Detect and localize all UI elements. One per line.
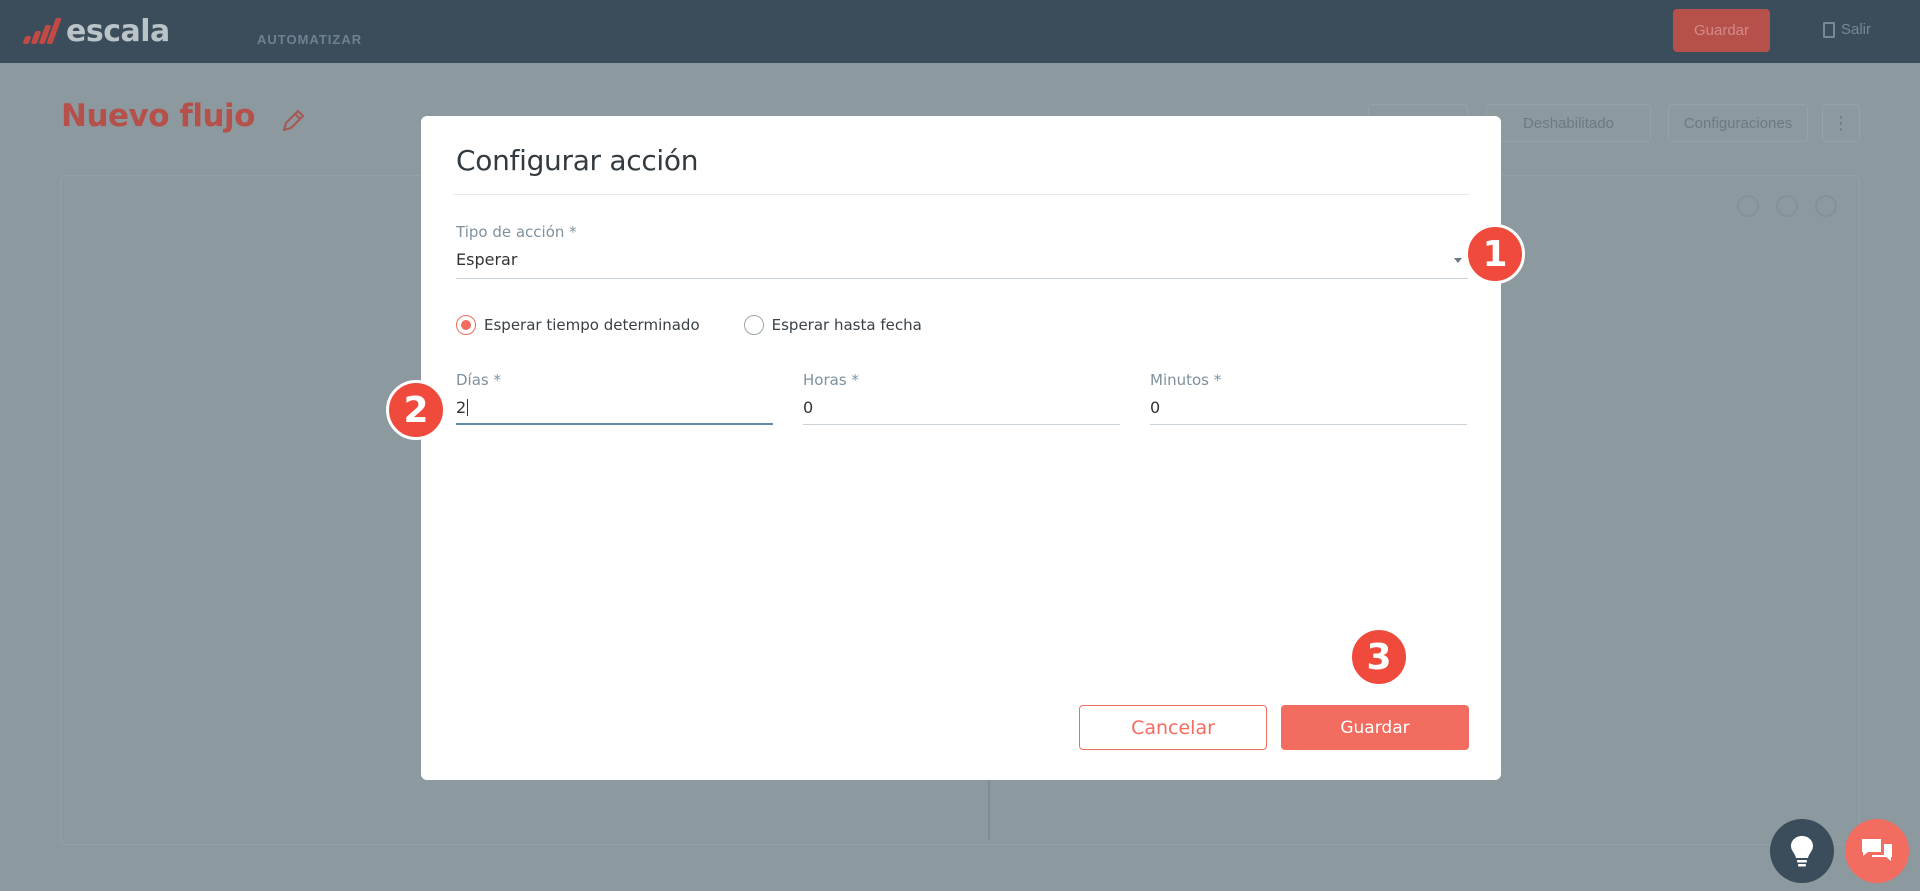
lightbulb-icon — [1791, 836, 1813, 867]
exit-link[interactable]: Salir — [1823, 21, 1871, 38]
settings-button[interactable]: Configuraciones — [1668, 104, 1808, 142]
chat-bubbles-icon — [1862, 839, 1892, 861]
configure-action-dialog: Configurar acción Tipo de acción * Esper… — [421, 116, 1501, 780]
page-title: Nuevo flujo — [61, 98, 255, 134]
ideas-button[interactable] — [1770, 819, 1834, 883]
dialog-divider — [453, 194, 1469, 195]
pencil-icon[interactable] — [278, 106, 308, 136]
radio-checked-icon[interactable] — [456, 315, 476, 335]
action-type-label: Tipo de acción * — [456, 223, 577, 241]
settings-label: Configuraciones — [1683, 114, 1793, 132]
hours-label: Horas * — [803, 371, 859, 389]
step-marker-3: 3 — [1349, 627, 1409, 687]
step-marker-1: 1 — [1465, 224, 1525, 284]
radio-unchecked-icon[interactable] — [743, 315, 764, 335]
text-caret — [467, 399, 469, 416]
cancel-button[interactable]: Cancelar — [1079, 705, 1267, 750]
escala-logo[interactable]: escala — [20, 14, 170, 49]
action-type-select[interactable]: Esperar — [456, 248, 1468, 279]
exit-label: Salir — [1841, 21, 1872, 38]
radio-wait-until-date[interactable]: Esperar hasta fecha — [743, 315, 922, 335]
status-dropdown[interactable]: Deshabilitado — [1486, 104, 1651, 142]
nav-automatizar[interactable]: AUTOMATIZAR — [257, 32, 362, 47]
days-value: 2 — [456, 398, 467, 417]
exit-icon — [1823, 21, 1835, 38]
radio-wait-until-date-label: Esperar hasta fecha — [771, 316, 922, 334]
zoom-in-icon[interactable] — [1737, 195, 1759, 217]
top-save-button[interactable]: Guardar — [1673, 9, 1770, 52]
status-label: Deshabilitado — [1523, 114, 1614, 132]
more-options-button[interactable]: ⋮ — [1822, 104, 1860, 142]
minutes-value: 0 — [1150, 398, 1161, 417]
logo-text: escala — [66, 14, 170, 49]
hours-value: 0 — [803, 398, 814, 417]
days-input[interactable]: 2 — [456, 394, 773, 425]
chat-button[interactable] — [1845, 819, 1909, 883]
fit-view-icon[interactable] — [1815, 195, 1837, 217]
dialog-title: Configurar acción — [456, 144, 699, 177]
radio-wait-duration-label: Esperar tiempo determinado — [484, 316, 700, 334]
logo-bars-icon — [20, 16, 62, 48]
hours-input[interactable]: 0 — [803, 394, 1120, 425]
action-type-value: Esperar — [456, 250, 518, 269]
wait-mode-radio-group: Esperar tiempo determinado Esperar hasta… — [456, 315, 966, 335]
minutes-label: Minutos * — [1150, 371, 1222, 389]
save-button[interactable]: Guardar — [1281, 705, 1469, 750]
zoom-out-icon[interactable] — [1776, 195, 1798, 217]
minutes-input[interactable]: 0 — [1150, 394, 1467, 425]
days-label: Días * — [456, 371, 501, 389]
top-navigation-bar: escala AUTOMATIZAR Guardar Salir — [0, 0, 1920, 63]
radio-wait-duration[interactable]: Esperar tiempo determinado — [456, 315, 700, 335]
step-marker-2: 2 — [386, 380, 446, 440]
caret-down-icon — [1454, 258, 1462, 263]
kebab-icon: ⋮ — [1832, 112, 1850, 133]
